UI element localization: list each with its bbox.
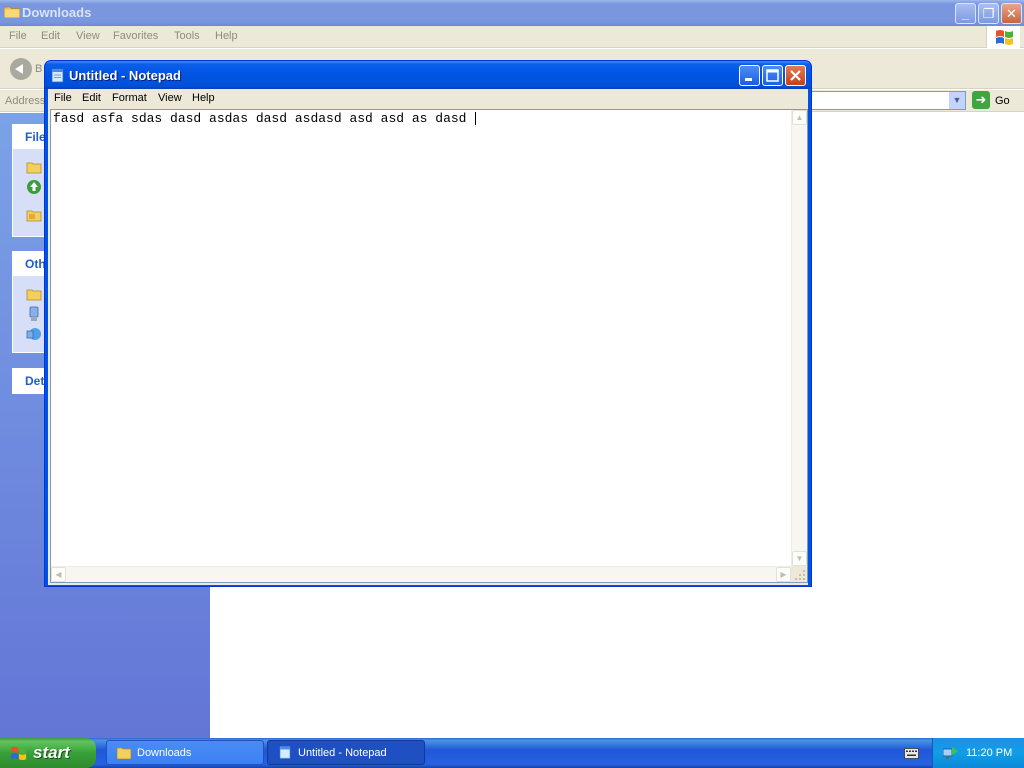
menu-favorites[interactable]: Favorites (113, 30, 158, 42)
go-label: Go (995, 95, 1010, 107)
scroll-left-icon[interactable]: ◀ (51, 567, 66, 582)
notepad-menubar: File Edit Format View Help (48, 89, 808, 109)
explorer-titlebar[interactable]: Downloads _ ❐ ✕ (0, 0, 1024, 26)
taskbar-button-label: Downloads (137, 747, 192, 759)
vertical-scrollbar[interactable]: ▲ ▼ (791, 110, 807, 566)
clock[interactable]: 11:20 PM (966, 747, 1012, 759)
address-input[interactable]: ▼ (800, 91, 966, 110)
menu-file[interactable]: File (9, 30, 27, 42)
minimize-icon (745, 78, 752, 81)
notepad-window: Untitled - Notepad File Edit Format View… (44, 60, 812, 587)
menu-view[interactable]: View (158, 92, 182, 104)
network-icon[interactable] (26, 326, 42, 342)
menu-format[interactable]: Format (112, 92, 147, 104)
close-icon (790, 70, 801, 81)
folder-icon[interactable] (26, 286, 42, 302)
start-label: start (33, 743, 70, 762)
scroll-down-icon[interactable]: ▼ (792, 551, 807, 566)
menu-edit[interactable]: Edit (82, 92, 101, 104)
taskbar-button-label: Untitled - Notepad (298, 747, 387, 759)
horizontal-scrollbar[interactable]: ◀ ▶ (51, 566, 791, 582)
windows-logo-icon (986, 26, 1020, 48)
editor-content: fasd asfa sdas dasd asdas dasd asdasd as… (53, 111, 475, 126)
explorer-title: Downloads (22, 5, 92, 20)
scroll-up-icon[interactable]: ▲ (792, 110, 807, 125)
explorer-menubar: File Edit View Favorites Tools Help (0, 26, 1024, 48)
notepad-titlebar[interactable]: Untitled - Notepad (45, 61, 811, 89)
taskbar-button-notepad[interactable]: Untitled - Notepad (267, 740, 425, 765)
keyboard-icon[interactable] (904, 748, 919, 759)
folder-icon (4, 6, 20, 18)
taskbar: start Downloads Untitled - Notepad 11:20… (0, 738, 1024, 768)
back-arrow-icon[interactable] (10, 58, 32, 80)
publish-web-icon[interactable] (26, 179, 42, 195)
network-connection-icon[interactable] (943, 746, 959, 760)
menu-help[interactable]: Help (192, 92, 215, 104)
go-arrow-icon: ➜ (972, 91, 990, 109)
menu-tools[interactable]: Tools (174, 30, 200, 42)
new-folder-icon[interactable] (26, 159, 42, 175)
folder-icon (117, 747, 131, 759)
maximize-icon (766, 69, 779, 82)
editor-text[interactable]: fasd asfa sdas dasd asdas dasd asdasd as… (53, 111, 477, 126)
menu-edit[interactable]: Edit (41, 30, 60, 42)
close-button[interactable]: ✕ (1001, 3, 1022, 24)
text-editor-area[interactable]: fasd asfa sdas dasd asdas dasd asdasd as… (50, 109, 808, 583)
share-folder-icon[interactable] (26, 207, 42, 223)
menu-help[interactable]: Help (215, 30, 238, 42)
menu-view[interactable]: View (76, 30, 100, 42)
close-button[interactable] (785, 65, 806, 86)
maximize-button[interactable] (762, 65, 783, 86)
chevron-down-icon[interactable]: ▼ (949, 92, 965, 109)
text-caret (475, 112, 477, 126)
windows-logo-icon (11, 746, 27, 761)
resize-grip-icon[interactable] (791, 566, 807, 582)
minimize-button[interactable]: _ (955, 3, 976, 24)
menu-file[interactable]: File (54, 92, 72, 104)
notepad-client: File Edit Format View Help fasd asfa sda… (48, 89, 808, 585)
taskbar-button-downloads[interactable]: Downloads (106, 740, 264, 765)
start-button[interactable]: start (0, 738, 96, 768)
address-label: Address (5, 95, 46, 107)
back-button-label[interactable]: B (35, 63, 42, 75)
scroll-right-icon[interactable]: ▶ (776, 567, 791, 582)
system-tray: 11:20 PM (932, 738, 1024, 768)
notepad-icon (51, 68, 64, 83)
computer-icon[interactable] (26, 306, 42, 322)
restore-button[interactable]: ❐ (978, 3, 999, 24)
minimize-button[interactable] (739, 65, 760, 86)
notepad-icon (279, 746, 291, 759)
notepad-title: Untitled - Notepad (69, 68, 181, 83)
